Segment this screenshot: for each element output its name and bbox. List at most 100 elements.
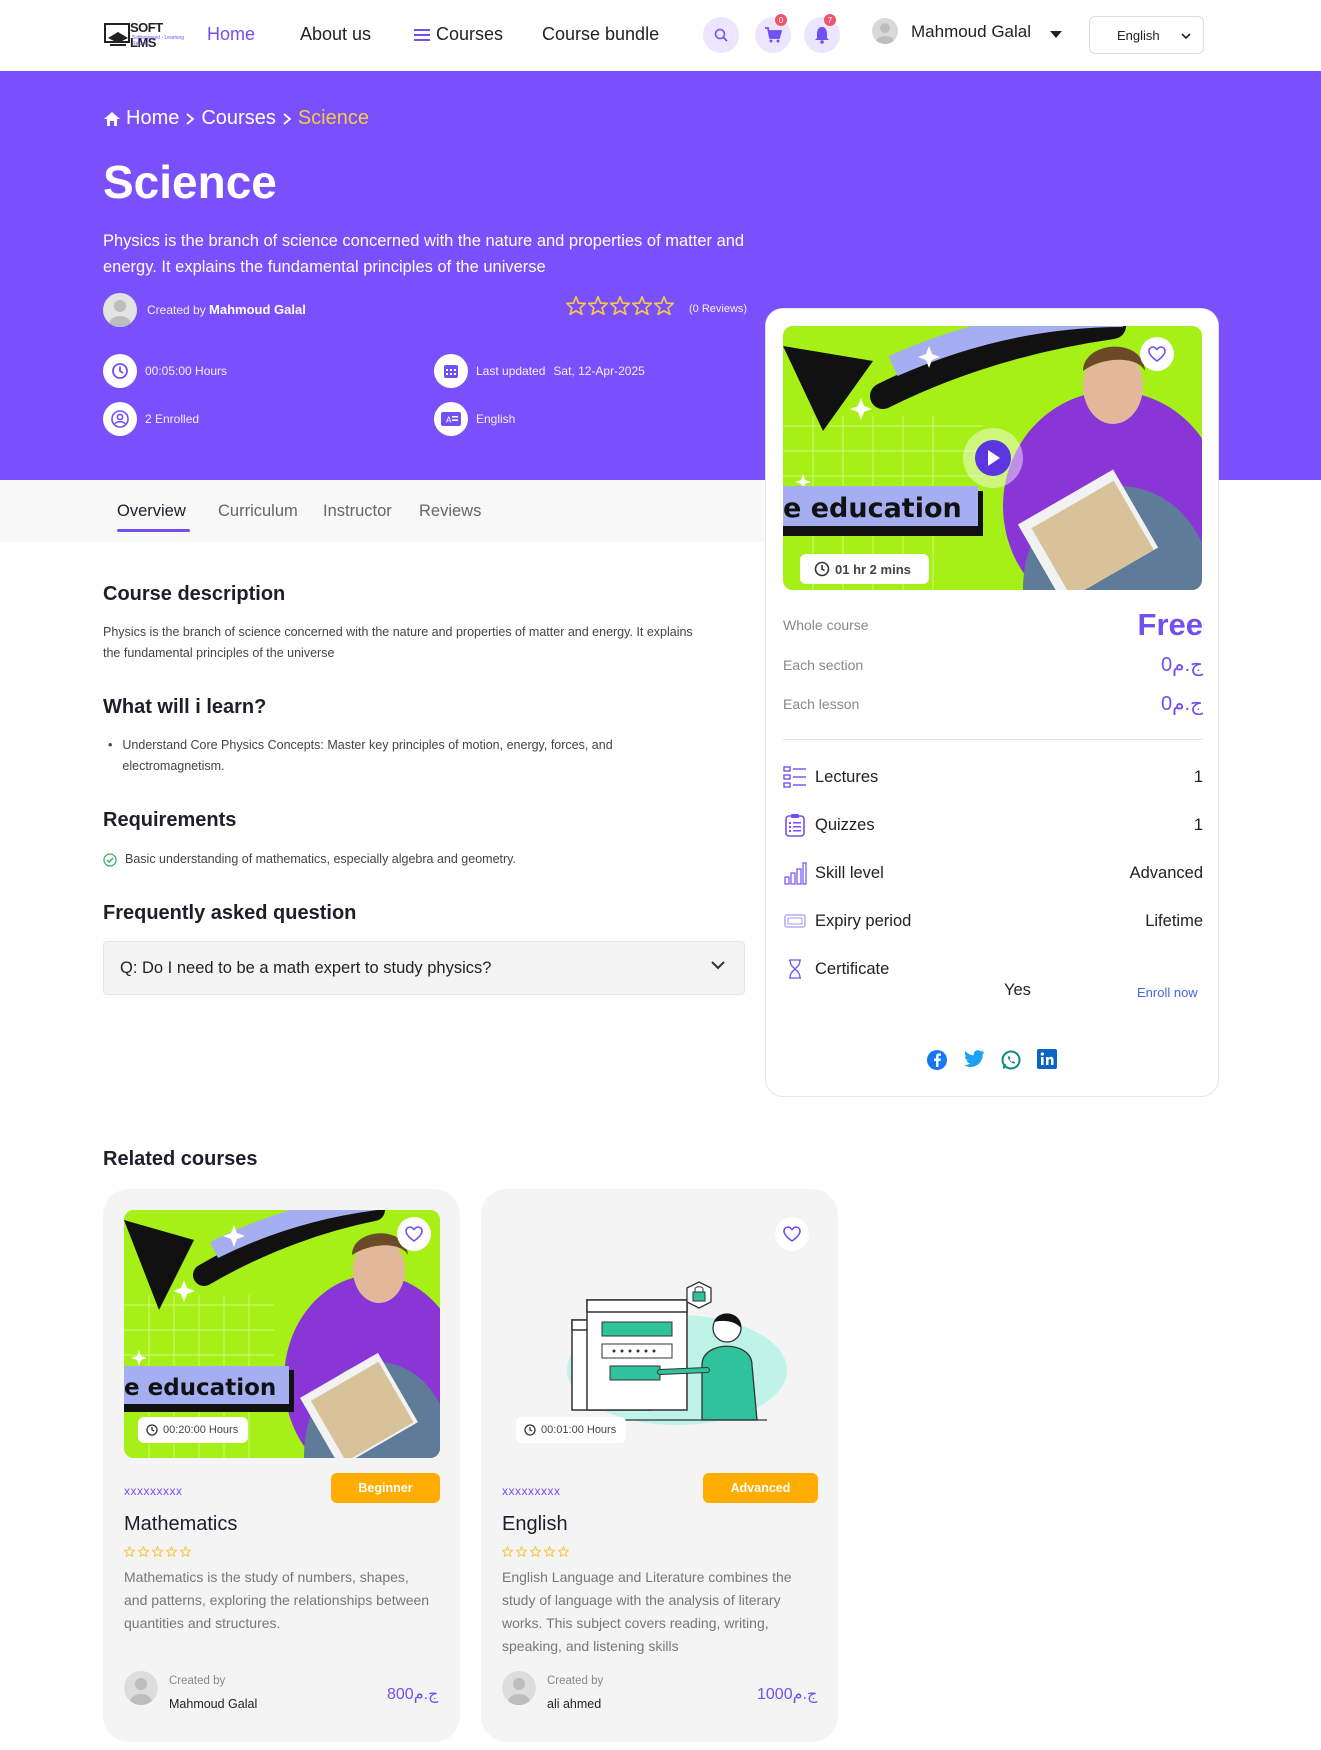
course-title: Science [103,156,277,208]
enroll-now-link[interactable]: Enroll now [1137,985,1198,1000]
meta-icon-wrap [103,402,137,436]
nav-about[interactable]: About us [300,24,371,45]
user-menu-caret-icon[interactable] [1050,31,1062,39]
course-thumbnail[interactable]: e education 01 hr 2 mins [783,326,1202,590]
facebook-icon[interactable] [926,1049,948,1071]
rating-stars [502,1546,569,1557]
twitter-icon[interactable] [963,1049,985,1069]
chevron-down-icon [1181,33,1191,39]
breadcrumb-home[interactable]: Home [126,107,179,130]
user-avatar[interactable] [872,18,898,44]
wishlist-button[interactable] [397,1217,431,1251]
user-icon [111,410,129,428]
course-card-title[interactable]: Mathematics [124,1513,237,1536]
meta-duration: 00:05:00 Hours [103,354,227,388]
faq-item[interactable]: Q: Do I need to be a math expert to stud… [103,941,745,995]
tab-overview[interactable]: Overview [117,502,186,521]
info-skill-value: Advanced [1129,863,1203,882]
nav-courses[interactable]: Courses [414,24,503,45]
related-course-thumbnail[interactable]: 00:01:00 Hours [502,1210,818,1458]
creator-name[interactable]: Mahmoud Galal [209,302,306,317]
nav-home[interactable]: Home [207,24,255,45]
info-lectures-label: Lectures [815,767,879,786]
level-badge: Advanced [703,1473,818,1503]
star-icon [124,1546,135,1557]
price-each-lesson: Each lesson 0ج.م [783,691,1203,716]
author-avatar [502,1671,536,1705]
whatsapp-icon[interactable] [1000,1049,1022,1071]
nav-courses-label: Courses [436,24,504,44]
heart-icon [783,1226,801,1242]
course-hours-badge: 00:01:00 Hours [516,1417,627,1443]
user-name[interactable]: Mahmoud Galal [911,22,1031,42]
course-purchase-card: e education 01 hr 2 mins Whole course Fr… [765,308,1219,1097]
created-by: Created by Mahmoud Galal [147,302,306,317]
rating-stars [124,1546,191,1557]
related-course-card[interactable]: e education 00:20:00 Hours xxxxxxxxx Beg… [103,1189,460,1742]
user-placeholder-icon [876,23,894,44]
info-quizzes-value: 1 [1193,815,1203,834]
clock-icon [112,363,128,379]
course-summary: Physics is the branch of science concern… [103,232,745,276]
course-hours-badge: 00:20:00 Hours [138,1417,249,1443]
meta-icon-wrap [103,354,137,388]
wishlist-button[interactable] [775,1217,809,1251]
language-select-value: English [1117,28,1160,43]
search-button[interactable] [703,17,739,53]
meta-last-updated-label: Last updated [476,364,546,378]
divider [783,739,1203,740]
thumbnail-duration: 01 hr 2 mins [800,554,929,584]
level-badge: Beginner [331,1473,440,1503]
cart-icon [765,27,782,43]
social-share [926,1049,1057,1071]
search-icon [714,28,728,42]
cart-button[interactable]: 0 [755,14,791,53]
language-select[interactable]: English [1089,16,1204,54]
user-placeholder-icon [109,300,131,327]
price-lesson-value: 0ج.م [1161,693,1203,715]
related-course-card[interactable]: 00:01:00 Hours xxxxxxxxx Advanced Englis… [481,1189,838,1742]
logo[interactable]: SOFT LMS Softpowered - Learning Results [104,20,190,50]
course-card-title[interactable]: English [502,1513,568,1536]
course-subject: xxxxxxxxx [502,1484,561,1498]
tab-reviews[interactable]: Reviews [419,502,481,521]
meta-enrolled: 2 Enrolled [103,402,199,436]
created-by-label: Created by [547,1675,604,1687]
logo-subtitle: Softpowered - Learning Results [132,35,184,47]
linkedin-icon[interactable] [1037,1049,1057,1069]
star-icon [166,1546,177,1557]
notifications-button[interactable]: 7 [804,14,840,53]
meta-icon-wrap [434,354,468,388]
heart-icon [405,1226,423,1242]
star-icon [544,1546,555,1557]
creator-avatar [103,293,137,327]
user-placeholder-icon [130,1678,152,1705]
meta-language: A English [434,402,515,436]
info-lectures-value: 1 [1193,767,1203,786]
quiz-icon [783,813,807,837]
course-description-heading: Course description [103,583,286,605]
wishlist-button[interactable] [1140,337,1174,371]
tab-curriculum[interactable]: Curriculum [218,502,298,521]
author-avatar [124,1671,158,1705]
home-icon [104,111,120,126]
clock-icon [814,561,830,577]
price-lesson-label: Each lesson [783,695,860,712]
price-each-section: Each section 0ج.م [783,652,1203,677]
created-by-label: Created by [169,1675,226,1687]
course-price: 1000ج.م [757,1686,818,1703]
nav-course-bundle[interactable]: Course bundle [542,24,659,45]
price-section-label: Each section [783,656,864,673]
breadcrumb-courses[interactable]: Courses [201,107,275,130]
meta-enrolled-text: 2 Enrolled [145,412,200,426]
top-navbar: SOFT LMS Softpowered - Learning Results … [0,0,1321,71]
clock-icon [524,1424,536,1436]
user-placeholder-icon [508,1678,530,1705]
tab-instructor[interactable]: Instructor [323,502,392,521]
related-course-thumbnail[interactable]: e education 00:20:00 Hours [124,1210,440,1458]
info-skill-level: Skill level Advanced [783,861,1203,885]
breadcrumb: Home Courses Science [104,107,369,130]
info-quizzes-label: Quizzes [815,815,875,834]
price-whole-course: Whole course Free [783,607,1203,643]
course-card-description: Mathematics is the study of numbers, sha… [124,1569,430,1631]
